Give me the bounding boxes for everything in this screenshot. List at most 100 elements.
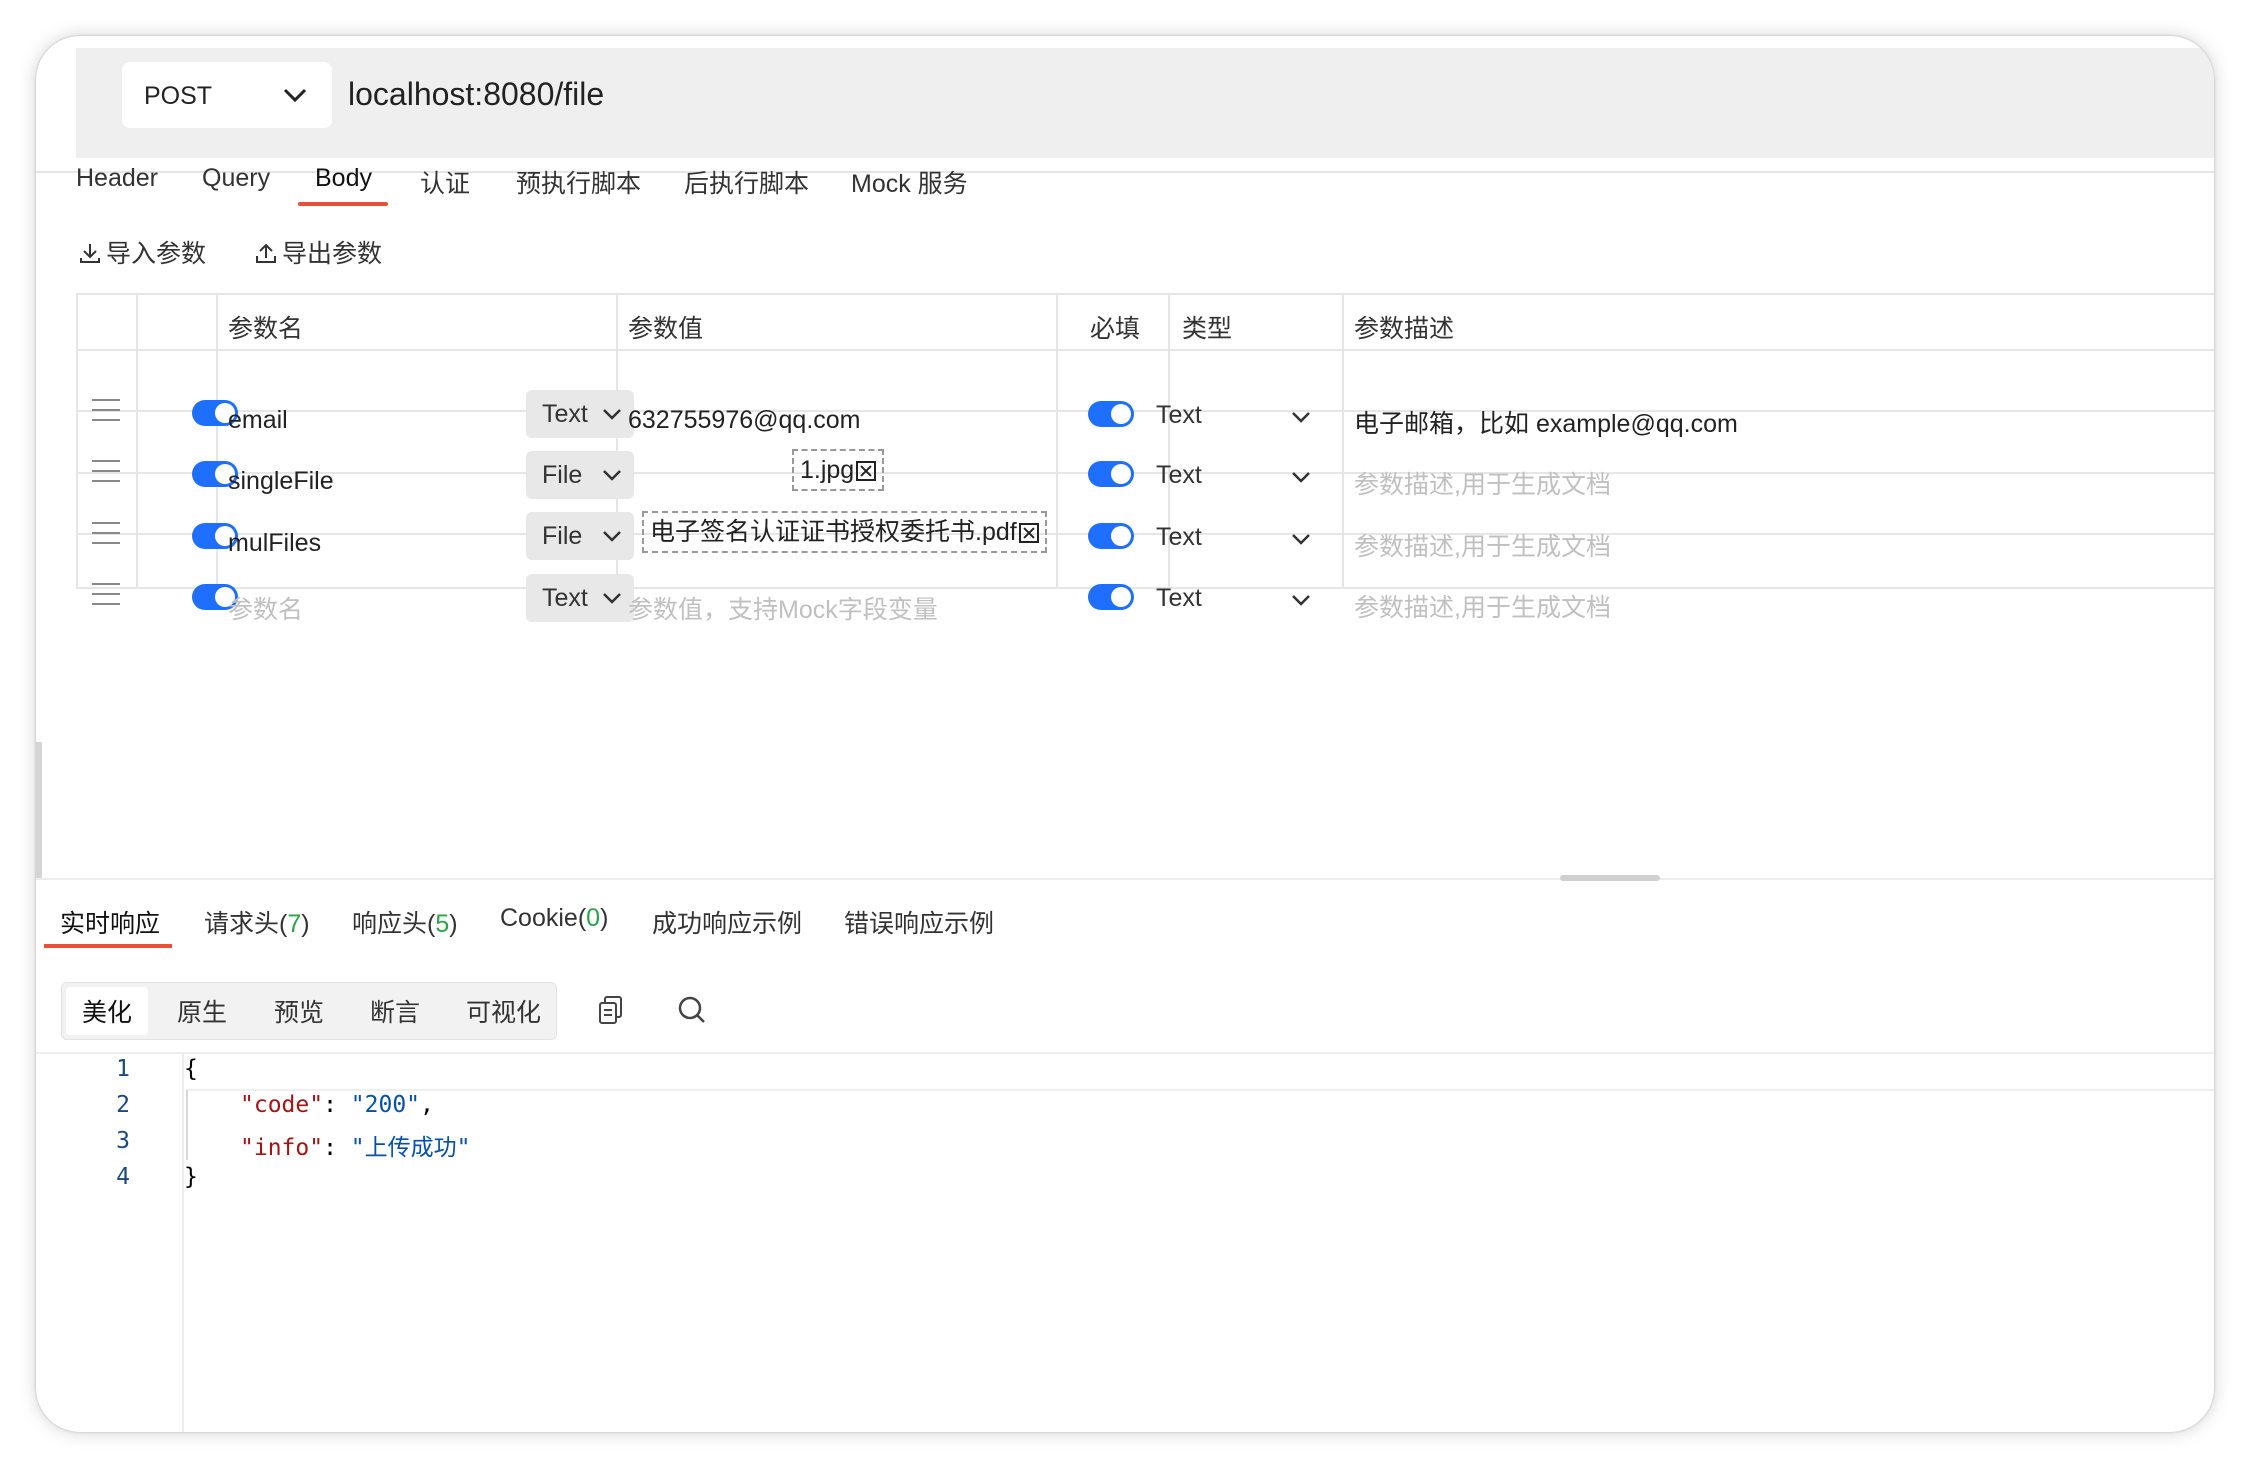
tab-label: ) [600, 904, 609, 932]
count-badge: 7 [287, 910, 302, 938]
tab-label: Cookie( [500, 904, 587, 932]
mode-raw[interactable]: 原生 [177, 993, 227, 1029]
kind-select[interactable]: Text [526, 390, 634, 438]
active-line-highlight [186, 1089, 2214, 1091]
active-tab-indicator [298, 202, 388, 206]
resize-handle[interactable] [1560, 875, 1660, 881]
param-value[interactable]: 632755976@qq.com [628, 406, 861, 435]
mode-assert[interactable]: 断言 [370, 993, 420, 1029]
header-required: 必填 [1090, 315, 1141, 343]
search-icon[interactable] [676, 994, 708, 1026]
type-label: Text [1156, 523, 1202, 551]
upload-icon [256, 243, 276, 263]
remove-file-icon[interactable] [1018, 523, 1039, 543]
line-number: 1 [116, 1056, 130, 1082]
param-name[interactable]: singleFile [228, 467, 334, 496]
divider [1342, 293, 1344, 589]
tab-body[interactable]: Body [315, 164, 372, 193]
kind-select[interactable]: File [526, 451, 634, 499]
export-params-label: 导出参数 [282, 240, 383, 268]
count-badge: 5 [435, 910, 450, 938]
header-param-name: 参数名 [228, 315, 304, 343]
import-params-label: 导入参数 [106, 240, 207, 268]
tab-pre-script[interactable]: 预执行脚本 [516, 164, 641, 200]
json-colon: : [323, 1092, 351, 1118]
divider [76, 349, 2214, 351]
drag-handle-icon[interactable] [92, 460, 120, 490]
kind-label: File [542, 461, 583, 489]
divider [136, 293, 138, 589]
param-description[interactable]: 参数描述,用于生成文档 [1354, 588, 1611, 624]
copy-icon[interactable] [596, 994, 626, 1026]
code-line: "code": "200", [240, 1092, 434, 1118]
tab-error-example[interactable]: 错误响应示例 [844, 904, 994, 940]
chevron-down-icon [603, 409, 621, 420]
tab-success-example[interactable]: 成功响应示例 [652, 904, 802, 940]
json-comma: , [420, 1092, 434, 1118]
param-value[interactable]: 参数值，支持Mock字段变量 [628, 590, 938, 626]
param-description[interactable]: 参数描述,用于生成文档 [1354, 527, 1611, 563]
tab-label: 响应头( [352, 910, 436, 938]
tab-post-script[interactable]: 后执行脚本 [684, 164, 809, 200]
mode-preview[interactable]: 预览 [274, 993, 324, 1029]
json-key: "info" [240, 1135, 324, 1161]
param-name[interactable]: email [228, 406, 288, 435]
divider [1056, 293, 1058, 589]
param-name[interactable]: mulFiles [228, 529, 321, 558]
side-scrollbar[interactable] [36, 742, 42, 880]
drag-handle-icon[interactable] [92, 583, 120, 613]
file-tag: 电子签名认证证书授权委托书.pdf [642, 511, 1047, 553]
divider [76, 293, 78, 589]
chevron-down-icon [1292, 412, 1310, 423]
indent-guide [186, 1090, 188, 1160]
required-toggle[interactable] [1088, 401, 1134, 427]
param-description[interactable]: 参数描述,用于生成文档 [1354, 465, 1611, 501]
drag-handle-icon[interactable] [92, 399, 120, 429]
chevron-down-icon [603, 470, 621, 481]
method-label: POST [144, 82, 213, 110]
code-line: { [184, 1056, 198, 1082]
count-badge: 0 [586, 904, 601, 932]
param-description[interactable]: 电子邮箱，比如 example@qq.com [1354, 404, 1738, 440]
required-toggle[interactable] [1088, 461, 1134, 487]
remove-file-icon[interactable] [856, 461, 877, 481]
tab-request-headers[interactable]: 请求头(7) [204, 904, 310, 940]
tab-realtime-response[interactable]: 实时响应 [60, 904, 160, 940]
code-line: "info": "上传成功" [240, 1128, 471, 1162]
file-tag: 1.jpg [792, 449, 885, 491]
drag-handle-icon[interactable] [92, 522, 120, 552]
params-table: 参数名 参数值 必填 类型 参数描述 email Text 632755976@… [76, 293, 2214, 589]
type-label: Text [1156, 584, 1202, 612]
chevron-down-icon [603, 531, 621, 542]
tab-label: 请求头( [204, 910, 288, 938]
code-line: } [184, 1164, 198, 1190]
tab-auth[interactable]: 认证 [420, 164, 470, 200]
tab-response-headers[interactable]: 响应头(5) [352, 904, 458, 940]
url-input[interactable]: localhost:8080/file [348, 76, 604, 113]
json-key: "code" [240, 1092, 324, 1118]
param-name[interactable]: 参数名 [228, 590, 303, 626]
chevron-down-icon [283, 88, 307, 103]
kind-select[interactable]: File [526, 512, 634, 560]
mode-visualize[interactable]: 可视化 [466, 993, 541, 1029]
kind-label: Text [542, 584, 588, 612]
tab-cookie[interactable]: Cookie(0) [500, 904, 608, 933]
chevron-down-icon [1292, 595, 1310, 606]
kind-select[interactable]: Text [526, 574, 634, 622]
tab-header[interactable]: Header [76, 164, 158, 193]
method-select[interactable]: POST [122, 62, 332, 128]
import-params-button[interactable]: 导入参数 [78, 234, 206, 270]
mode-beautify[interactable]: 美化 [82, 993, 132, 1029]
divider [76, 472, 2214, 474]
header-description: 参数描述 [1354, 315, 1455, 343]
view-mode-switcher: 美化 原生 预览 断言 可视化 [61, 982, 557, 1040]
type-label: Text [1156, 461, 1202, 489]
header-param-value: 参数值 [628, 315, 704, 343]
tab-mock-service[interactable]: Mock 服务 [851, 164, 968, 200]
required-toggle[interactable] [1088, 584, 1134, 610]
required-toggle[interactable] [1088, 523, 1134, 549]
tab-query[interactable]: Query [202, 164, 270, 193]
export-params-button[interactable]: 导出参数 [254, 234, 382, 270]
tab-label: ) [301, 910, 310, 938]
chevron-down-icon [603, 593, 621, 604]
